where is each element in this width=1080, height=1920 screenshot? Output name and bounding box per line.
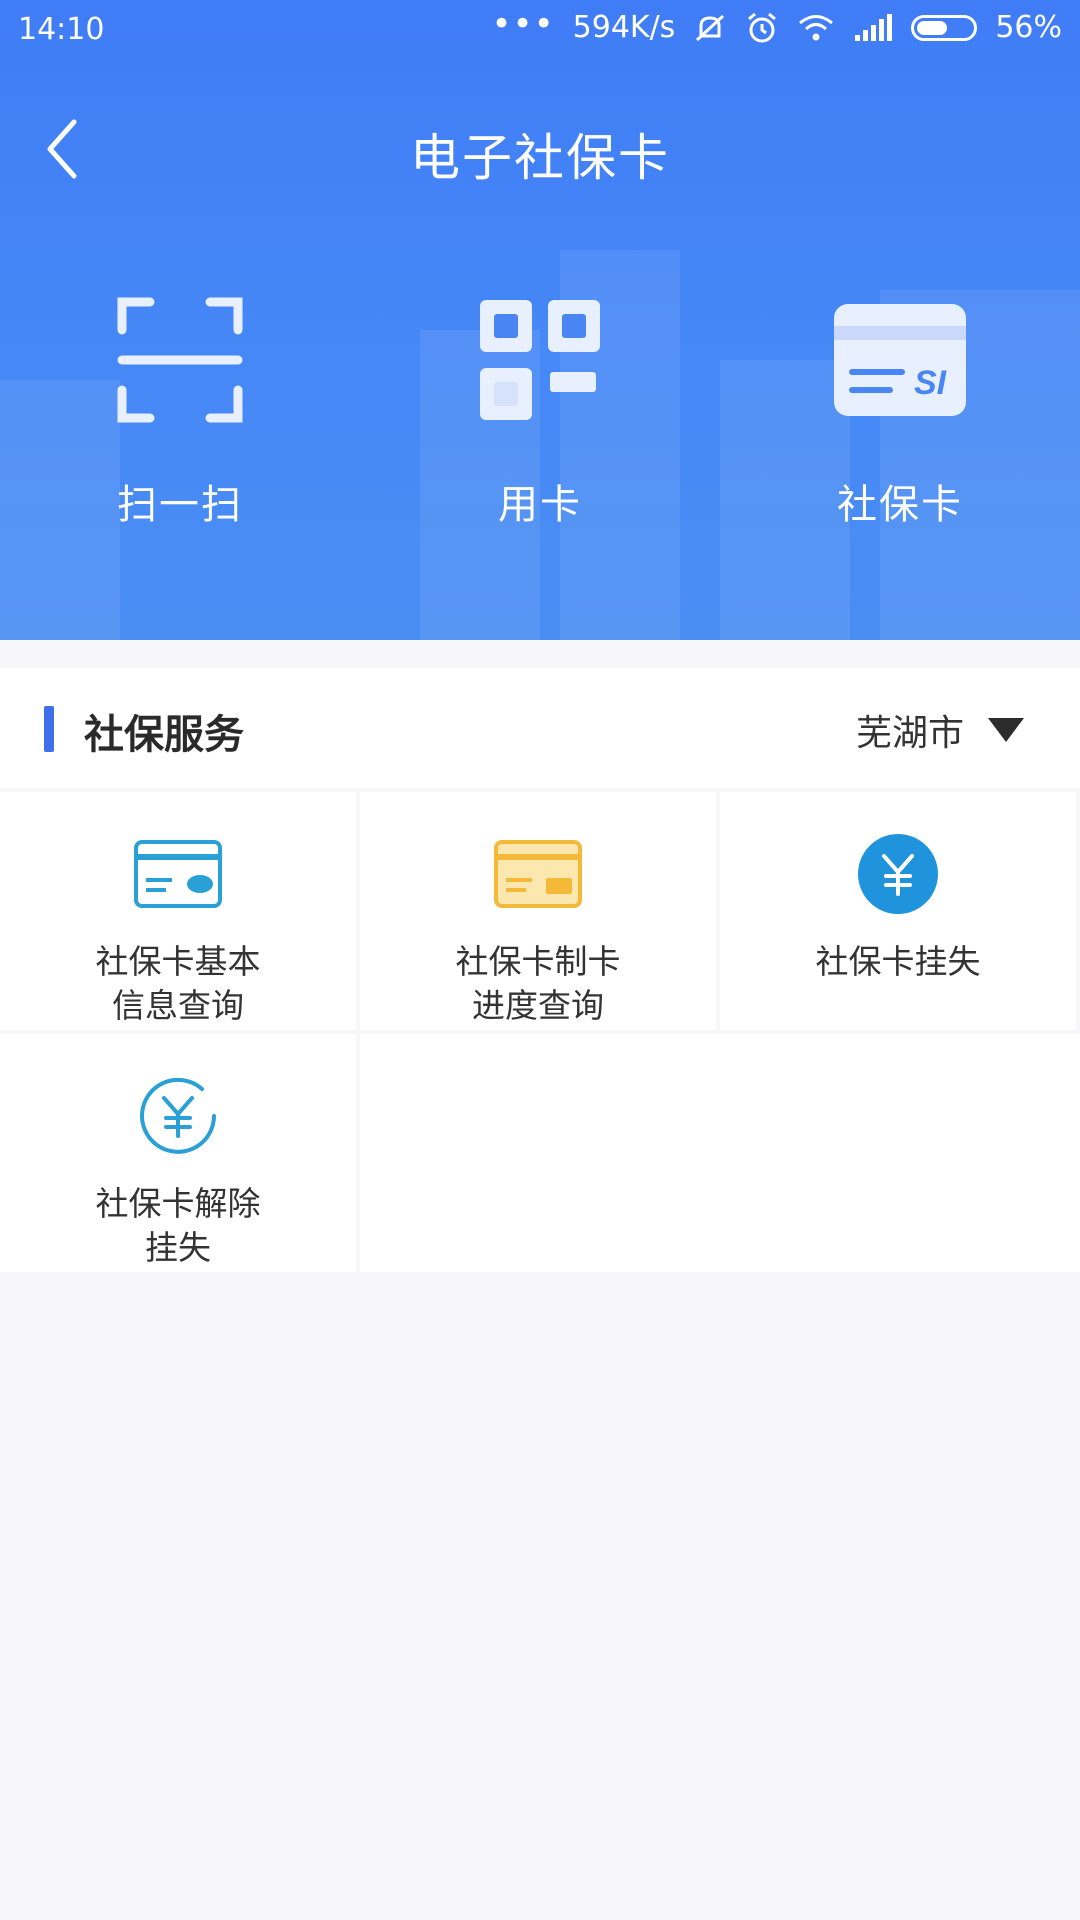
section-header: 社保服务 芜湖市: [0, 668, 1080, 788]
status-right: ••• 594K/s 56%: [491, 4, 1062, 46]
network-speed: 594K/s: [572, 10, 676, 45]
service-card-report-loss[interactable]: 社保卡挂失: [720, 792, 1076, 1030]
use-card-label: 用卡: [498, 482, 582, 528]
status-time: 14:10: [18, 12, 105, 47]
section-title: 社保服务: [84, 712, 244, 758]
nav-bar: 电子社保卡: [0, 100, 1080, 200]
card-icon: SI: [834, 304, 966, 416]
mute-bell-icon: [696, 14, 725, 41]
service-label: 社保卡解除 挂失: [0, 1182, 356, 1270]
service-label-line1: 社保卡制卡: [455, 942, 621, 981]
svg-text:SI: SI: [914, 364, 948, 402]
service-card-info-query[interactable]: 社保卡基本 信息查询: [0, 792, 356, 1030]
service-label: 社保卡挂失: [720, 940, 1076, 984]
scan-button[interactable]: 扫一扫: [0, 290, 360, 550]
empty-grid-area: [360, 1034, 1080, 1272]
signal-icon: [855, 13, 893, 41]
service-card-cancel-loss[interactable]: 社保卡解除 挂失: [0, 1034, 356, 1272]
card-info-icon: [134, 840, 222, 908]
dropdown-triangle-icon: [988, 718, 1024, 742]
qr-code-icon: [480, 300, 600, 420]
yuan-outline-icon: [140, 1077, 216, 1154]
service-label: 社保卡制卡 进度查询: [360, 940, 716, 1028]
social-card-button[interactable]: SI 社保卡: [720, 290, 1080, 550]
more-dots-icon: •••: [491, 3, 555, 44]
scan-label: 扫一扫: [117, 482, 243, 528]
card-progress-icon: [494, 840, 582, 908]
alarm-icon: [748, 12, 777, 42]
city-name: 芜湖市: [855, 713, 964, 754]
use-card-button[interactable]: 用卡: [360, 290, 720, 550]
battery-level: 56%: [995, 10, 1062, 45]
service-label-line1: 社保卡挂失: [815, 942, 981, 981]
service-label-line2: 进度查询: [472, 986, 604, 1025]
status-bar: 14:10 ••• 594K/s 56%: [0, 0, 1080, 62]
yuan-icon: [858, 834, 938, 914]
service-label: 社保卡基本 信息查询: [0, 940, 356, 1028]
city-selector[interactable]: 芜湖市: [856, 704, 1024, 756]
service-label-line2: 挂失: [145, 1228, 211, 1267]
header-banner: 14:10 ••• 594K/s 56% 电子社保卡 扫一扫 用卡 SI 社保卡: [0, 0, 1080, 640]
service-label-line1: 社保卡解除: [95, 1184, 261, 1223]
battery-icon: [911, 14, 978, 41]
scan-icon: [117, 297, 243, 423]
service-card-progress-query[interactable]: 社保卡制卡 进度查询: [360, 792, 716, 1030]
service-label-line2: 信息查询: [112, 986, 244, 1025]
service-label-line1: 社保卡基本: [95, 942, 261, 981]
wifi-icon: [799, 14, 834, 40]
social-card-label: 社保卡: [837, 482, 963, 528]
page-title: 电子社保卡: [410, 129, 670, 187]
section-accent-bar: [44, 706, 54, 752]
